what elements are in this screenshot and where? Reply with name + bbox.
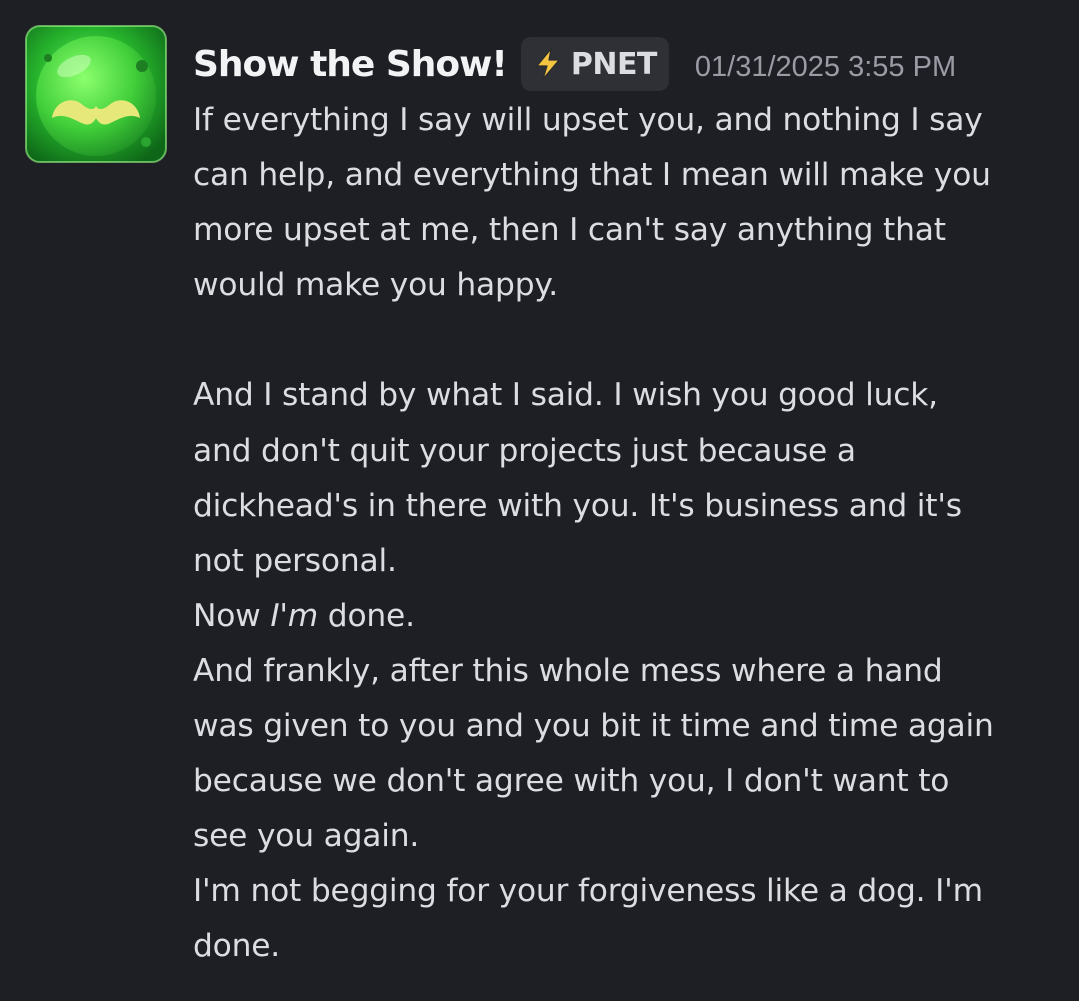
line-text: Now — [193, 597, 271, 634]
lightning-bolt-icon — [531, 47, 565, 81]
message-line: was given to you and you bit it time and… — [193, 708, 994, 745]
message-header: Show the Show! PNET 01/31/2025 3:55 PM — [193, 36, 956, 92]
message-timestamp[interactable]: 01/31/2025 3:55 PM — [695, 51, 956, 84]
message-line: and don't quit your projects just becaus… — [193, 432, 856, 469]
message-line: more upset at me, then I can't say anyth… — [193, 212, 946, 249]
author-name[interactable]: Show the Show! — [193, 44, 508, 85]
guild-tag-label: PNET — [570, 46, 658, 82]
message-line: dickhead's in there with you. It's busin… — [193, 487, 962, 524]
message-line: I'm not begging for your forgiveness lik… — [193, 873, 983, 910]
message-line: done. — [193, 928, 281, 965]
green-jelly-cube-mustache-icon — [25, 25, 167, 163]
message-line: because we don't agree with you, I don't… — [193, 763, 950, 800]
guild-tag-badge[interactable]: PNET — [520, 37, 669, 91]
message-line: see you again. — [193, 818, 420, 855]
message-line: would make you happy. — [193, 267, 558, 304]
avatar[interactable] — [24, 22, 168, 166]
chat-message: Show the Show! PNET 01/31/2025 3:55 PM I… — [0, 0, 1079, 1001]
message-line: And frankly, after this whole mess where… — [193, 652, 943, 689]
message-content: If everything I say will upset you, and … — [193, 93, 1063, 975]
message-line: not personal. — [193, 542, 397, 579]
emphasized-text: I'm — [270, 597, 319, 634]
message-line: If everything I say will upset you, and … — [193, 102, 983, 138]
message-line: can help, and everything that I mean wil… — [193, 157, 991, 194]
line-text: done. — [318, 597, 415, 634]
message-line: And I stand by what I said. I wish you g… — [193, 377, 938, 414]
message-line: Now I'm done. — [193, 589, 1063, 644]
